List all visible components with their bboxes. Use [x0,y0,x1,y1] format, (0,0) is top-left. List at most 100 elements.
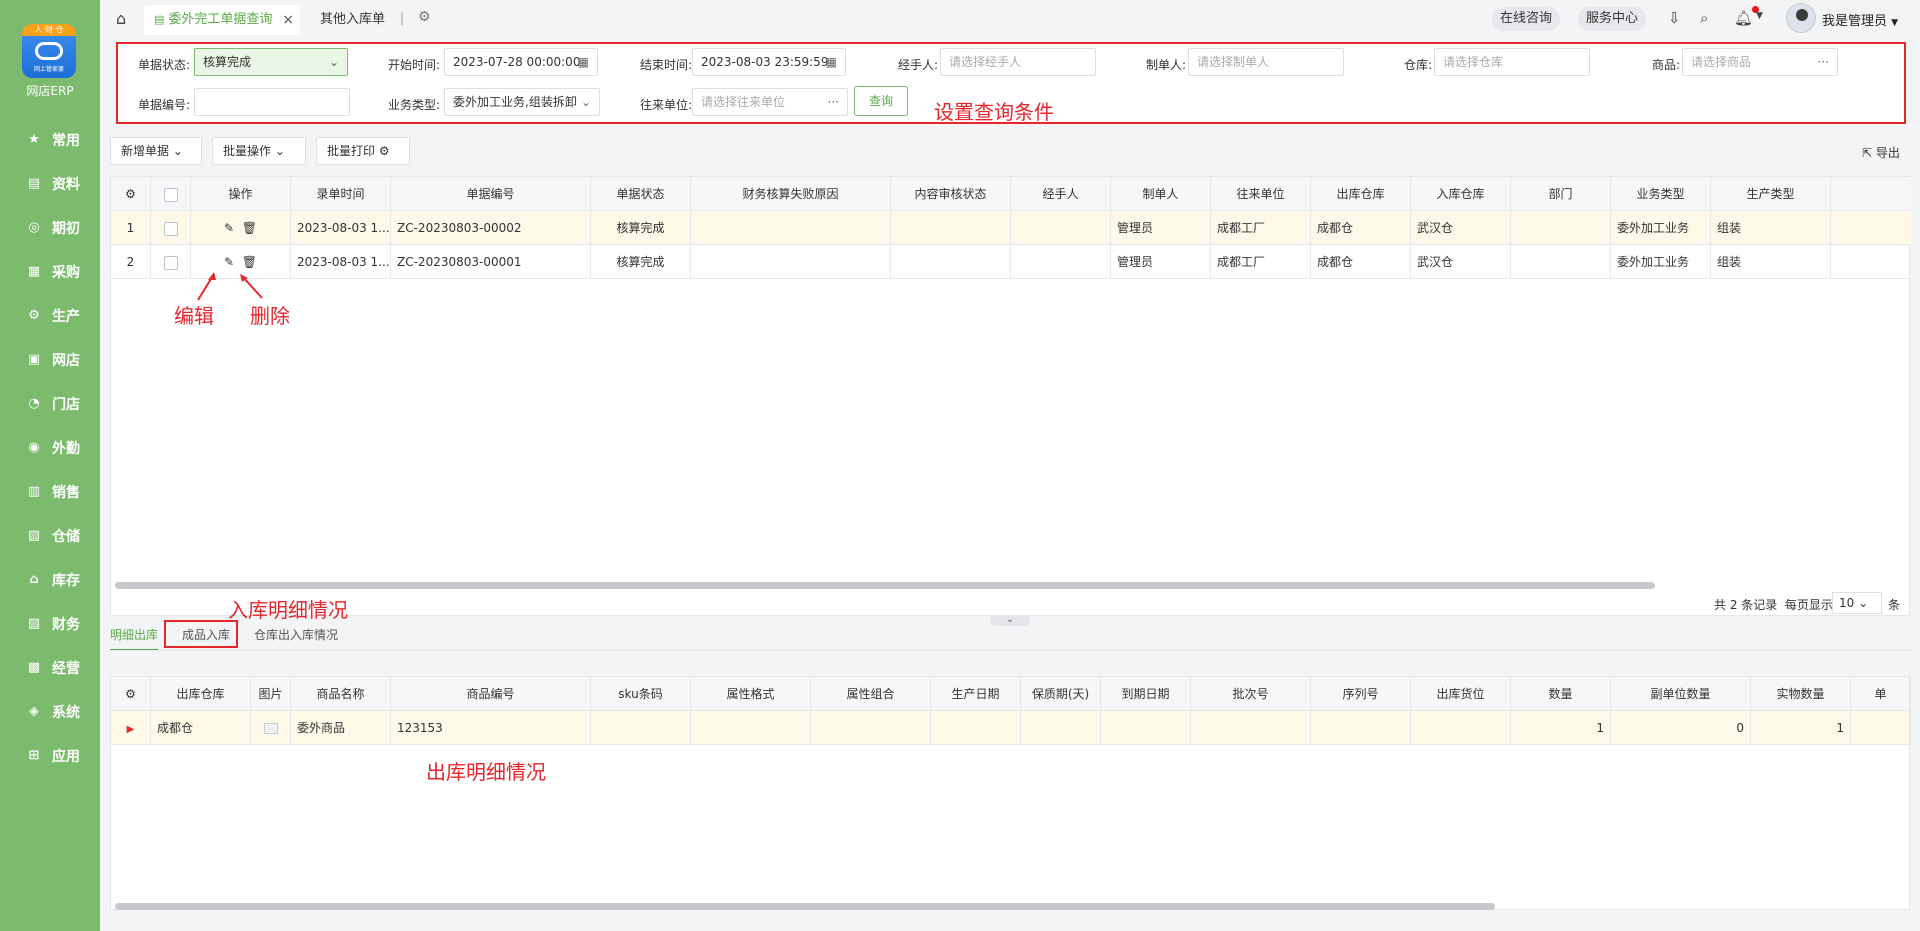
sidebar-item-system[interactable]: ◈ 系统 [0,690,100,734]
tab-detail-out[interactable]: 明细出库 [110,626,159,651]
status-select[interactable]: 核算完成 ⌄ [194,48,348,76]
sidebar-item-production[interactable]: ⚙ 生产 [0,294,100,338]
tab-warehouse-in-out[interactable]: 仓库出入库情况 [254,626,338,643]
partner-select[interactable]: 请选择往来单位 ··· [692,88,848,116]
horizontal-scrollbar[interactable] [115,903,1495,910]
search-icon[interactable]: ⌕ [1700,9,1708,27]
edit-icon[interactable]: ✎ [224,221,234,235]
warehouse-select[interactable]: 请选择仓库 [1434,48,1590,76]
col-header[interactable]: 入库仓库 [1411,177,1511,211]
horizontal-scrollbar[interactable] [115,582,1655,589]
col-header[interactable]: 财务核算失败原因 [691,177,891,211]
col-header[interactable]: 图片 [251,677,291,711]
cloud-download-icon[interactable]: ⇩ [1668,9,1681,27]
home-icon[interactable]: ⌂ [116,10,134,28]
new-doc-button[interactable]: 新增单据 ⌄ [110,137,202,165]
col-header[interactable]: 批次号 [1191,677,1311,711]
col-header[interactable]: 到期日期 [1101,677,1191,711]
status-label: 单据状态: [137,58,190,72]
col-header[interactable]: 实物数量 [1751,677,1851,711]
sidebar-item-apps[interactable]: ⊞ 应用 [0,734,100,778]
tab-outsource-completion-query[interactable]: ▤ 委外完工单据查询 × [144,5,300,35]
col-header[interactable]: 数量 [1511,677,1611,711]
col-header[interactable]: 序列号 [1311,677,1411,711]
gear-icon[interactable]: ⚙ [111,677,151,711]
sidebar-item-common[interactable]: ★ 常用 [0,118,100,162]
col-header[interactable]: 保质期(天) [1021,677,1101,711]
col-header[interactable]: 业务类型 [1611,177,1711,211]
sidebar-item-inventory[interactable]: ⌂ 库存 [0,558,100,602]
edit-icon[interactable]: ✎ [224,255,234,269]
col-header[interactable]: 生产日期 [931,677,1021,711]
select-all-checkbox[interactable] [151,177,191,211]
cell-docno[interactable]: ZC-20230803-00002 [391,211,591,245]
col-header[interactable]: sku条码 [591,677,691,711]
row-expand[interactable]: ▶ [111,711,151,745]
col-header[interactable]: 生产类型 [1711,177,1831,211]
maker-select[interactable]: 请选择制单人 [1188,48,1344,76]
col-header[interactable]: 操作 [191,177,291,211]
chevron-down-icon[interactable]: ▼ [1756,11,1763,21]
sidebar-item-opening[interactable]: ◎ 期初 [0,206,100,250]
table-row[interactable]: ▶ 成都仓 委外商品 123153 1 0 1 [111,711,1911,745]
checkbox [163,255,178,270]
tab-divider [110,650,1910,651]
col-header[interactable]: 出库仓库 [1311,177,1411,211]
col-header[interactable]: 往来单位 [1211,177,1311,211]
cell-docno[interactable]: ZC-20230803-00001 [391,245,591,279]
sidebar-item-warehouse[interactable]: ▧ 仓储 [0,514,100,558]
col-header[interactable]: 属性格式 [691,677,811,711]
online-consult-button[interactable]: 在线咨询 [1492,7,1561,31]
col-header[interactable]: 单 [1851,677,1911,711]
bell-icon[interactable]: 🔔︎ [1734,9,1753,27]
col-header[interactable]: 属性组合 [811,677,931,711]
tab-other-inbound[interactable]: 其他入库单 [310,5,395,35]
gear-icon[interactable]: ⚙ [418,9,431,25]
user-name[interactable]: 我是管理员 ▼ [1822,10,1898,29]
sidebar-item-field[interactable]: ◉ 外勤 [0,426,100,470]
handler-select[interactable]: 请选择经手人 [940,48,1096,76]
batch-print-button[interactable]: 批量打印 ⚙ [316,137,410,165]
trash-icon[interactable]: 🗑︎ [242,221,257,235]
table-row[interactable]: 1 ✎ 🗑︎ 2023-08-03 1... ZC-20230803-00002… [111,211,1911,245]
sidebar-item-sales[interactable]: ▥ 销售 [0,470,100,514]
detail-table: ⚙ 出库仓库 图片 商品名称 商品编号 sku条码 属性格式 属性组合 生产日期… [110,676,1911,910]
page-size-select[interactable]: 10 ⌄ [1832,592,1882,614]
col-header[interactable]: 商品编号 [391,677,591,711]
export-button[interactable]: ⇱ 导出 [1862,144,1900,161]
app-logo[interactable]: 人·财·仓 网上管家婆 [22,24,76,78]
sidebar-item-finance[interactable]: ▨ 财务 [0,602,100,646]
col-header[interactable]: 经手人 [1011,177,1111,211]
col-header[interactable]: 出库货位 [1411,677,1511,711]
service-center-button[interactable]: 服务中心 [1578,7,1647,31]
col-header[interactable]: 部门 [1511,177,1611,211]
gear-icon[interactable]: ⚙ [111,177,151,211]
start-time-input[interactable]: 2023-07-28 00:00:00 ▦ [444,48,598,76]
col-header[interactable]: 单据状态 [591,177,691,211]
col-header[interactable]: 内容审核状态 [891,177,1011,211]
pager-total: 共 2 条记录 每页显示 [1714,596,1833,613]
query-button[interactable]: 查询 [854,86,908,116]
col-header[interactable]: 录单时间 [291,177,391,211]
row-checkbox[interactable] [151,211,191,245]
goods-select[interactable]: 请选择商品 ··· [1682,48,1838,76]
sidebar-item-data[interactable]: ▤ 资料 [0,162,100,206]
avatar[interactable] [1786,3,1816,33]
close-icon[interactable]: × [282,5,294,35]
collapse-handle[interactable]: ⌄ [990,615,1030,626]
biz-type-select[interactable]: 委外加工业务,组装拆卸 ⌄ [444,88,600,116]
sidebar-item-store[interactable]: ◔ 门店 [0,382,100,426]
doc-no-input[interactable] [194,88,350,116]
sidebar-item-online-shop[interactable]: ▣ 网店 [0,338,100,382]
sidebar-item-operation[interactable]: ▩ 经营 [0,646,100,690]
col-header[interactable]: 副单位数量 [1611,677,1751,711]
table-row[interactable]: 2 ✎ 🗑︎ 2023-08-03 1... ZC-20230803-00001… [111,245,1911,279]
col-header[interactable]: 出库仓库 [151,677,251,711]
col-header[interactable]: 制单人 [1111,177,1211,211]
col-header[interactable]: 单据编号 [391,177,591,211]
sidebar-item-purchase[interactable]: ▦ 采购 [0,250,100,294]
trash-icon[interactable]: 🗑︎ [242,255,257,269]
batch-op-button[interactable]: 批量操作 ⌄ [212,137,306,165]
end-time-input[interactable]: 2023-08-03 23:59:59 ▦ [692,48,846,76]
col-header[interactable]: 商品名称 [291,677,391,711]
